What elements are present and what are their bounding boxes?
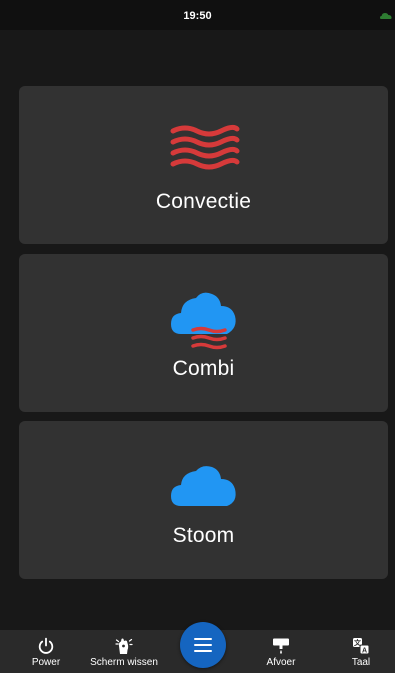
translate-icon: 文 A: [353, 638, 370, 655]
hand-wipe-icon: [115, 638, 133, 654]
status-time: 19:50: [183, 10, 212, 22]
power-label: Power: [31, 657, 61, 668]
language-button[interactable]: 文 A Taal: [344, 630, 378, 673]
mode-card-combi[interactable]: Combi: [19, 254, 388, 412]
status-bar: 19:50: [0, 0, 395, 30]
mode-label-combi: Combi: [172, 357, 235, 380]
drain-icon: [273, 638, 289, 654]
mode-card-stoom[interactable]: Stoom: [19, 421, 388, 579]
power-icon: [38, 637, 54, 654]
clean-screen-label: Scherm wissen: [90, 657, 158, 668]
cloud-heat-icon: [170, 292, 236, 350]
menu-button[interactable]: [180, 622, 226, 668]
cloud-icon: [170, 466, 236, 506]
mode-label-convectie: Convectie: [155, 190, 252, 213]
mode-label-stoom: Stoom: [172, 524, 235, 547]
language-label: Taal: [351, 657, 371, 668]
heat-waves-icon: [170, 124, 239, 170]
drain-label: Afvoer: [266, 657, 296, 668]
svg-text:A: A: [362, 647, 367, 654]
power-button[interactable]: Power: [27, 630, 65, 673]
drain-button[interactable]: Afvoer: [261, 630, 301, 673]
cloud-status-icon: [380, 13, 392, 19]
mode-card-convectie[interactable]: Convectie: [19, 86, 388, 244]
clean-screen-button[interactable]: Scherm wissen: [86, 630, 162, 673]
